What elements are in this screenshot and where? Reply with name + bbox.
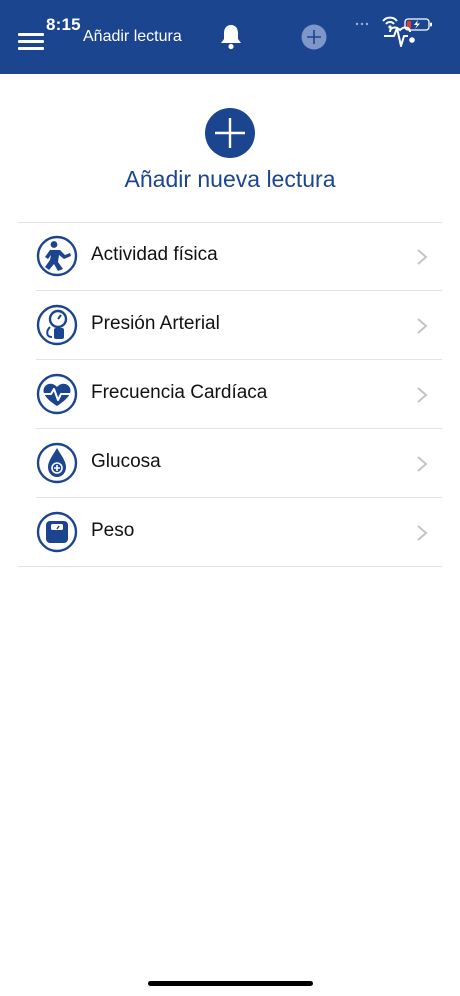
- plus-circle-icon: [301, 24, 327, 50]
- list-item-label: Frecuencia Cardíaca: [91, 382, 268, 403]
- list-item-peso[interactable]: Peso: [18, 498, 442, 567]
- blood-pressure-icon: [36, 304, 78, 346]
- chevron-right-icon: [417, 387, 428, 403]
- add-button-header[interactable]: [300, 23, 328, 51]
- menu-button[interactable]: [18, 30, 46, 50]
- chevron-right-icon: [417, 318, 428, 334]
- list-item-presion-arterial[interactable]: Presión Arterial: [36, 291, 442, 360]
- notifications-button[interactable]: [218, 23, 244, 51]
- plus-icon: [215, 118, 245, 148]
- bell-icon: [221, 25, 241, 50]
- heart-pulse-icon: [384, 26, 415, 47]
- add-reading-button[interactable]: [205, 108, 255, 158]
- list-item-glucosa[interactable]: Glucosa: [36, 429, 442, 498]
- list-item-actividad-fisica[interactable]: Actividad física: [36, 222, 442, 291]
- page-title: Añadir lectura: [83, 28, 182, 45]
- list-item-label: Presión Arterial: [91, 313, 220, 334]
- chevron-right-icon: [417, 456, 428, 472]
- activity-icon: [36, 235, 78, 277]
- status-time: 8:15: [46, 15, 81, 34]
- chevron-right-icon: [417, 525, 428, 541]
- list-item-label: Actividad física: [91, 244, 218, 265]
- scale-icon: [36, 511, 78, 553]
- heart-rate-icon: [36, 373, 78, 415]
- list-item-label: Glucosa: [91, 451, 161, 472]
- list-divider: [18, 566, 442, 567]
- health-button[interactable]: [382, 22, 418, 52]
- list-item-frecuencia-cardiaca[interactable]: Frecuencia Cardíaca: [36, 360, 442, 429]
- chevron-right-icon: [417, 249, 428, 265]
- menu-icon: [18, 33, 44, 36]
- add-reading-title: Añadir nueva lectura: [124, 166, 336, 192]
- list-item-label: Peso: [91, 520, 135, 541]
- home-indicator[interactable]: [148, 981, 313, 986]
- app-header: 8:15 Añadir lectura: [0, 0, 460, 74]
- glucose-icon: [36, 442, 78, 484]
